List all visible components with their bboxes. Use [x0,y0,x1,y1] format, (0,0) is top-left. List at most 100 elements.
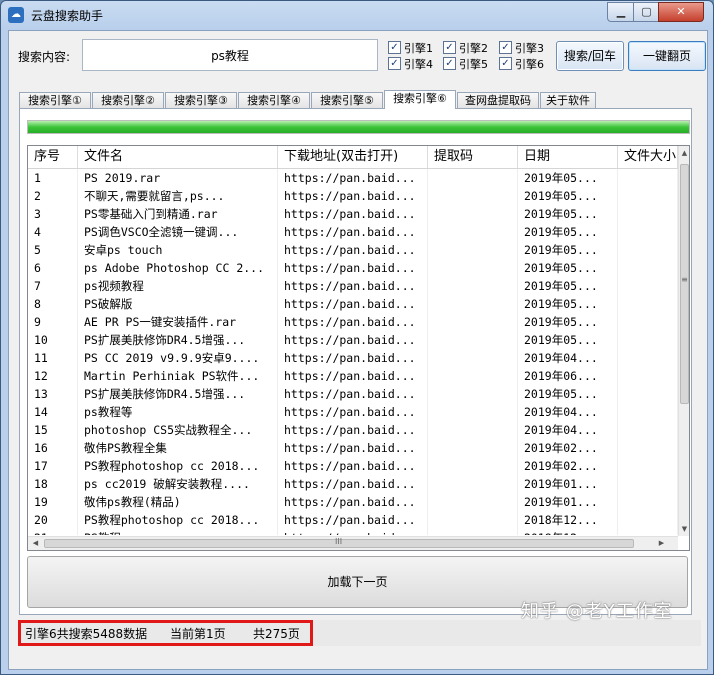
tab-engine-6[interactable]: 搜索引擎⑥ [384,90,456,109]
table-cell: 20 [28,511,78,529]
tab-panel: 序号 文件名 下载地址(双击打开) 提取码 日期 文件大小 1 PS 2019.r… [19,108,692,615]
table-row[interactable]: 1 PS 2019.rar https://pan.baid... 2019年05..… [28,169,678,187]
window-title: 云盘搜索助手 [31,9,104,23]
tab-engine-2[interactable]: 搜索引擎② [92,92,164,108]
table-header: 序号 文件名 下载地址(双击打开) 提取码 日期 文件大小 [28,146,678,169]
column-header-date[interactable]: 日期 [518,146,618,168]
table-cell: 14 [28,403,78,421]
table-row[interactable]: 9 AE PR PS一键安装插件.rar https://pan.baid... 20… [28,313,678,331]
table-cell: 2019年05... [518,223,618,241]
table-cell [618,529,678,535]
table-cell [428,295,518,313]
table-row[interactable]: 10 PS扩展美肤修饰DR4.5增强... https://pan.baid... 2… [28,331,678,349]
table-row[interactable]: 11 PS CC 2019 v9.9.9安卓9.... https://pan.ba… [28,349,678,367]
table-row[interactable]: 20 PS教程photoshop cc 2018... https://pan.ba… [28,511,678,529]
tab-about[interactable]: 关于软件 [540,92,596,108]
table-row[interactable]: 21PS教程https://pan.baid... 2018年12... [28,529,678,535]
table-cell: 2019年04... [518,349,618,367]
table-row[interactable]: 4 PS调色VSCO全滤镜一键调... https://pan.baid... 201… [28,223,678,241]
table-row[interactable]: 14 ps教程等 https://pan.baid... 2019年04... [28,403,678,421]
check-icon: ✓ [388,41,401,54]
scroll-down-icon[interactable]: ▼ [679,522,689,536]
table-cell [618,277,678,295]
column-header-size[interactable]: 文件大小 [618,146,678,168]
table-cell [428,439,518,457]
table-cell [618,295,678,313]
scroll-up-icon[interactable]: ▲ [679,146,689,160]
vertical-scrollbar[interactable]: ▲ ≡ ▼ [678,146,689,536]
results-table[interactable]: 序号 文件名 下载地址(双击打开) 提取码 日期 文件大小 1 PS 2019.r… [27,145,690,551]
table-row[interactable]: 8 PS破解版 https://pan.baid... 2019年05... [28,295,678,313]
tab-engine-4[interactable]: 搜索引擎④ [238,92,310,108]
table-cell: 6 [28,259,78,277]
table-cell [618,421,678,439]
table-cell: 2019年05... [518,169,618,187]
engine-checkbox-5[interactable]: ✓ 引擎5 [443,56,488,71]
table-cell: 2 [28,187,78,205]
table-cell [428,241,518,259]
engine-checkbox-1[interactable]: ✓ 引擎1 [388,40,433,55]
horizontal-scrollbar[interactable]: ◀ III ▶ [28,536,678,550]
table-row[interactable]: 3 PS零基础入门到精通.rar https://pan.baid... 2019年0… [28,205,678,223]
tab-engine-3[interactable]: 搜索引擎③ [165,92,237,108]
table-cell: https://pan.baid... [278,241,428,259]
table-cell: PS 2019.rar [78,169,278,187]
table-row[interactable]: 19 敬伟ps教程(精品) https://pan.baid... 2019年01..… [28,493,678,511]
table-cell [618,187,678,205]
table-cell [618,439,678,457]
table-row[interactable]: 16 敬伟PS教程全集 https://pan.baid... 2019年02... [28,439,678,457]
table-row[interactable]: 2 不聊天,需要就留言,ps... https://pan.baid... 2019年… [28,187,678,205]
table-cell: 17 [28,457,78,475]
scroll-left-icon[interactable]: ◀ [30,536,41,550]
table-cell: 2019年05... [518,385,618,403]
table-row[interactable]: 12 Martin Perhiniak PS软件... https://pan.ba… [28,367,678,385]
table-cell: 2019年04... [518,403,618,421]
flip-all-pages-button[interactable]: 一键翻页 [628,41,706,71]
table-cell [618,475,678,493]
table-row[interactable]: 17 PS教程photoshop cc 2018... https://pan.ba… [28,457,678,475]
table-cell [428,313,518,331]
search-label: 搜索内容: [18,50,71,64]
maximize-button[interactable]: ▢ [633,2,660,22]
horizontal-scroll-thumb[interactable]: III [44,537,634,548]
column-header-code[interactable]: 提取码 [428,146,518,168]
table-row[interactable]: 5 安卓ps touch https://pan.baid... 2019年05... [28,241,678,259]
tab-bar: 搜索引擎① 搜索引擎② 搜索引擎③ 搜索引擎④ 搜索引擎⑤ 搜索引擎⑥ 查网盘提… [19,90,709,109]
table-cell [618,349,678,367]
column-header-url[interactable]: 下载地址(双击打开) [278,146,428,168]
search-input[interactable]: ps教程 [82,39,378,71]
table-row[interactable]: 15 photoshop CS5实战教程全... https://pan.baid.… [28,421,678,439]
table-cell [618,493,678,511]
table-cell: 2019年01... [518,493,618,511]
table-row[interactable]: 13 PS扩展美肤修饰DR4.5增强... https://pan.baid... 2… [28,385,678,403]
close-button[interactable]: ✕ [658,2,704,22]
column-header-index[interactable]: 序号 [28,146,78,168]
tab-engine-5[interactable]: 搜索引擎⑤ [311,92,383,108]
table-body: 1 PS 2019.rar https://pan.baid... 2019年05..… [28,169,678,535]
table-cell: 2019年05... [518,277,618,295]
search-button[interactable]: 搜索/回车 [556,41,624,71]
table-row[interactable]: 18 ps cc2019 破解安装教程.... https://pan.baid..… [28,475,678,493]
table-cell: 2019年05... [518,295,618,313]
table-cell: 8 [28,295,78,313]
scroll-right-icon[interactable]: ▶ [656,536,667,550]
title-bar[interactable]: ☁ 云盘搜索助手 ▁ ▢ ✕ [1,1,713,29]
engine-checkbox-6[interactable]: ✓ 引擎6 [499,56,544,71]
table-cell: https://pan.baid... [278,349,428,367]
engine-checkbox-2[interactable]: ✓ 引擎2 [443,40,488,55]
tab-engine-1[interactable]: 搜索引擎① [19,92,91,108]
engine-checkbox-3[interactable]: ✓ 引擎3 [499,40,544,55]
table-cell: https://pan.baid... [278,367,428,385]
table-cell: https://pan.baid... [278,511,428,529]
column-header-filename[interactable]: 文件名 [78,146,278,168]
table-row[interactable]: 7 ps视频教程 https://pan.baid... 2019年05... [28,277,678,295]
engine-checkbox-4[interactable]: ✓ 引擎4 [388,56,433,71]
minimize-button[interactable]: ▁ [607,2,635,22]
table-cell: 3 [28,205,78,223]
table-cell [618,403,678,421]
progress-fill [28,121,689,133]
tab-extract-code[interactable]: 查网盘提取码 [457,92,539,108]
table-cell: https://pan.baid... [278,295,428,313]
table-row[interactable]: 6 ps Adobe Photoshop CC 2... https://pan.b… [28,259,678,277]
vertical-scroll-thumb[interactable]: ≡ [680,164,689,404]
